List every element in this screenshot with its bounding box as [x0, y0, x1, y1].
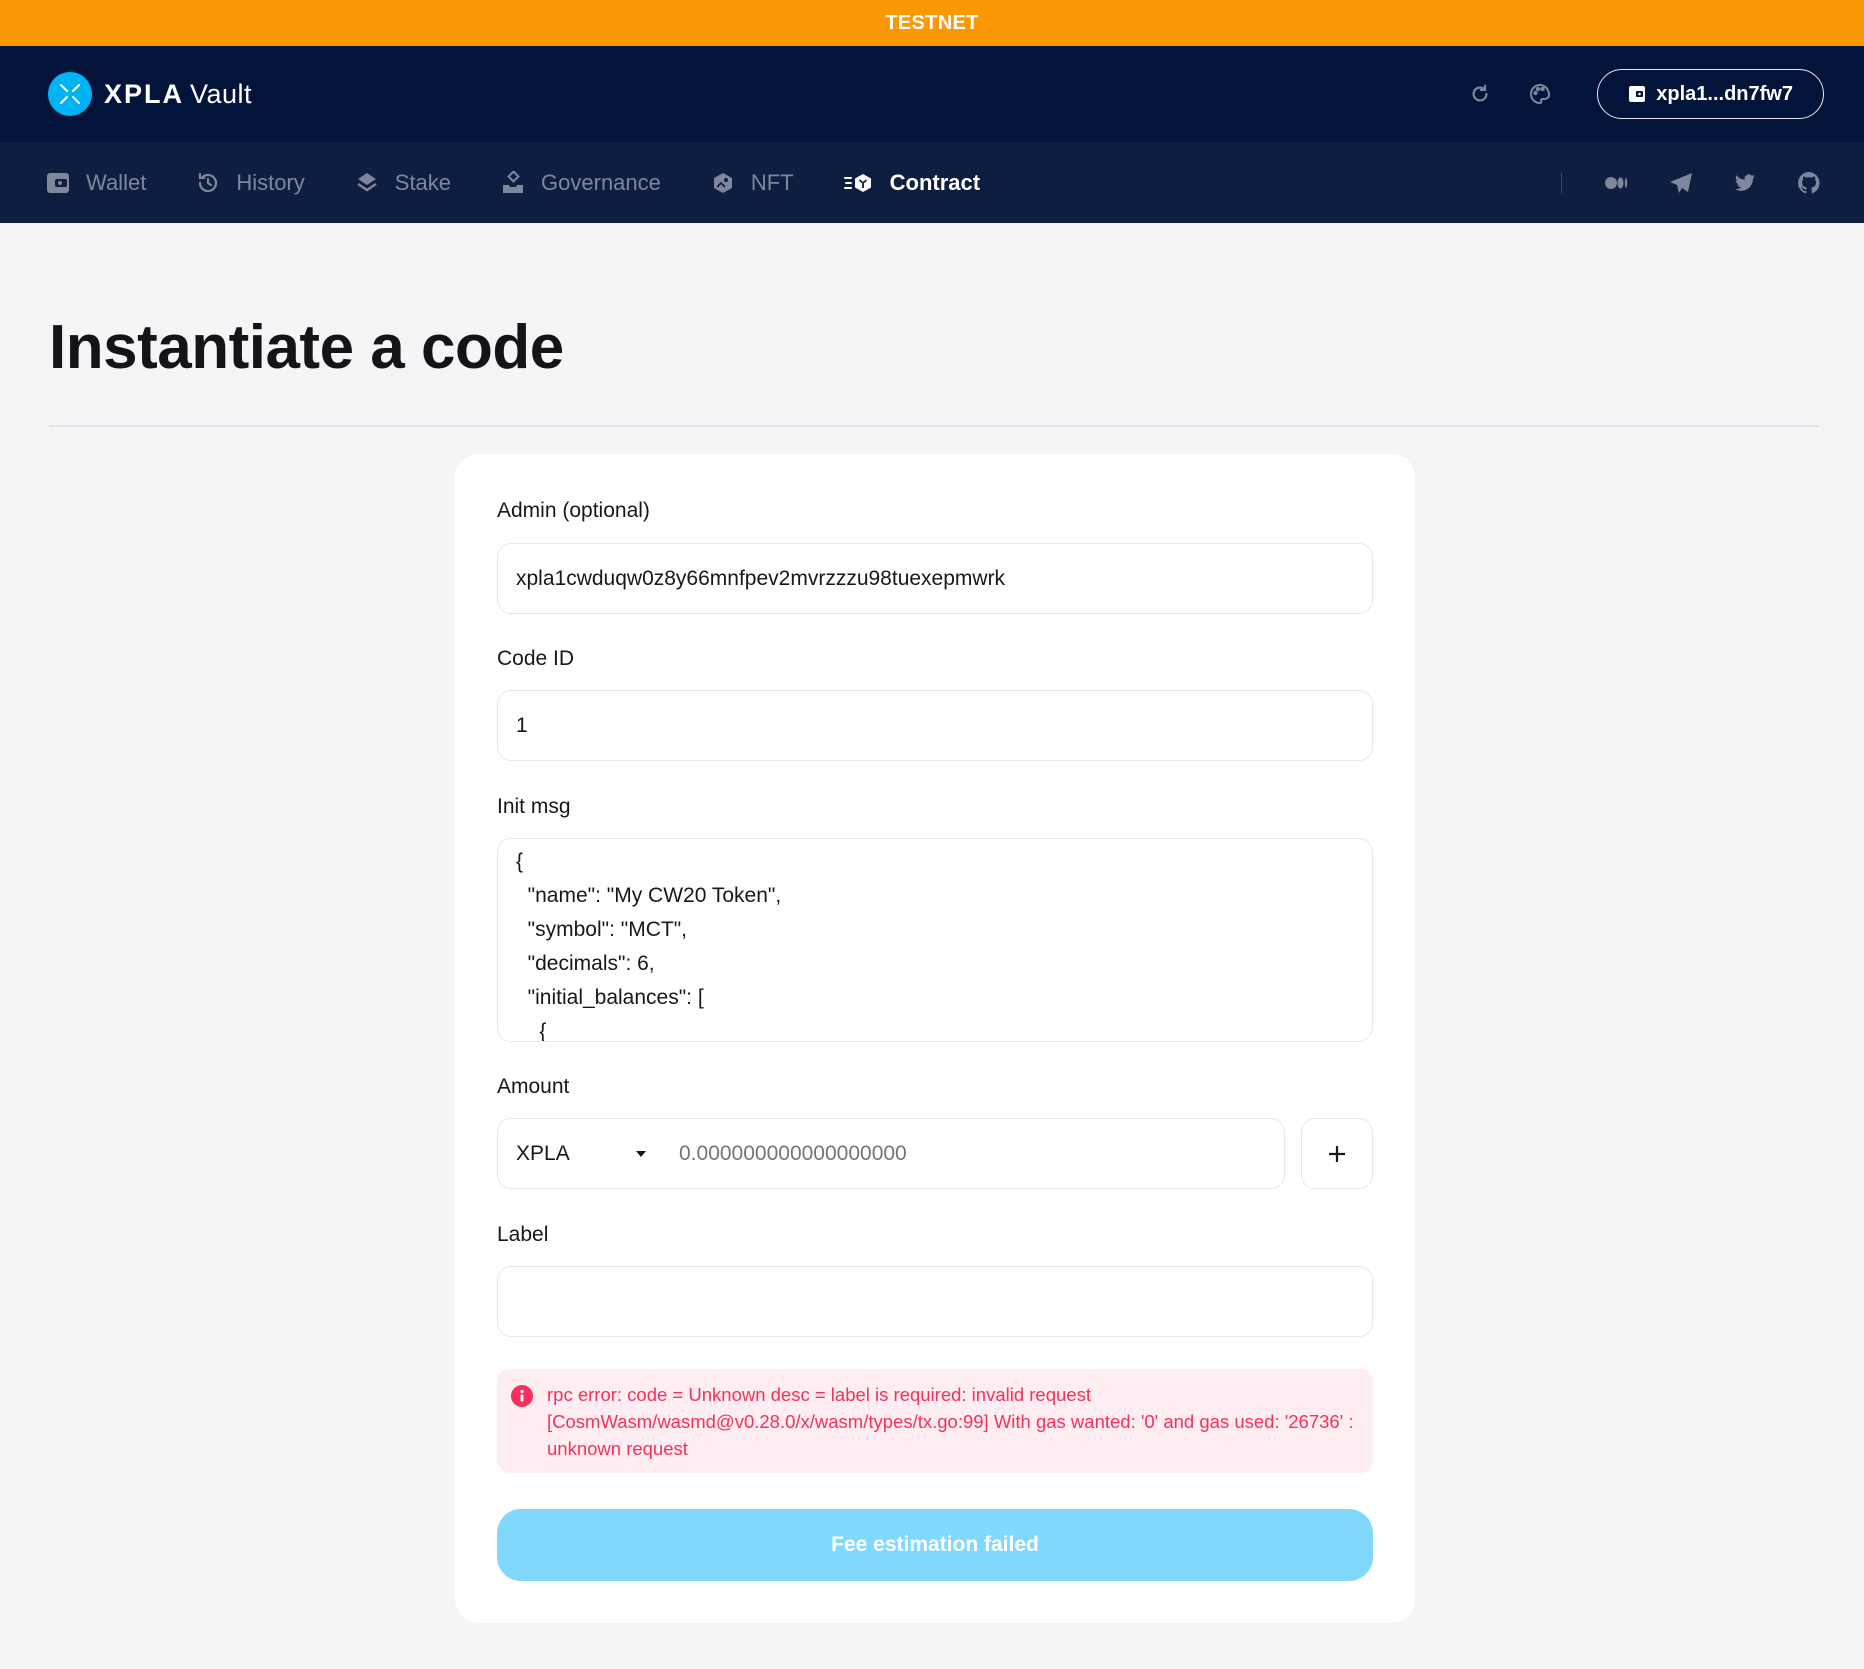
nft-icon	[713, 172, 732, 193]
add-coin-button[interactable]	[1301, 1118, 1373, 1189]
nav-item-contract[interactable]: Contract	[843, 169, 981, 196]
nav-label: Governance	[541, 169, 661, 195]
title-divider	[49, 425, 1819, 427]
denom-select[interactable]: XPLA	[516, 1142, 659, 1166]
governance-ballot-icon	[503, 170, 524, 193]
testnet-label: TESTNET	[885, 11, 979, 34]
connected-wallet-button[interactable]: xpla1...dn7fw7	[1597, 69, 1824, 119]
error-text: rpc error: code = Unknown desc = label i…	[547, 1384, 1354, 1459]
medium-icon[interactable]	[1602, 168, 1632, 198]
admin-input[interactable]: xpla1cwduqw0z8y66mnfpev2mvrzzzu98tuexepm…	[497, 543, 1373, 614]
contract-icon	[843, 173, 871, 192]
nav-label: Wallet	[86, 169, 147, 195]
stake-layers-icon	[357, 172, 377, 191]
refresh-icon[interactable]	[1465, 79, 1495, 109]
github-icon[interactable]	[1794, 168, 1824, 198]
nav-item-nft[interactable]: NFT	[711, 170, 794, 196]
nav-label: Contract	[889, 169, 981, 195]
wallet-icon	[47, 172, 69, 193]
main-nav: Wallet History Stake Governance NFT Cont…	[0, 142, 1864, 223]
page-title: Instantiate a code	[49, 313, 564, 382]
telegram-icon[interactable]	[1666, 168, 1696, 198]
code-id-label: Code ID	[497, 647, 575, 670]
code-id-value: 1	[516, 713, 528, 737]
brand-name: XPLA	[104, 78, 185, 109]
top-header: XPLA Vault xpla1...dn7fw7	[0, 46, 1864, 142]
admin-label: Admin (optional)	[497, 499, 650, 522]
denom-value: XPLA	[516, 1141, 570, 1165]
nav-item-history[interactable]: History	[196, 169, 305, 196]
error-message-box: rpc error: code = Unknown desc = label i…	[497, 1369, 1373, 1473]
wallet-address: xpla1...dn7fw7	[1656, 82, 1793, 105]
caret-down-icon	[636, 1150, 646, 1157]
plus-icon	[1329, 1145, 1345, 1162]
admin-value: xpla1cwduqw0z8y66mnfpev2mvrzzzu98tuexepm…	[516, 566, 1006, 590]
label-input[interactable]	[497, 1266, 1373, 1337]
init-msg-label: Init msg	[497, 795, 571, 818]
amount-label: Amount	[497, 1075, 570, 1098]
init-msg-textarea[interactable]: { "name": "My CW20 Token", "symbol": "MC…	[497, 838, 1373, 1042]
nav-divider	[1561, 172, 1562, 193]
product-name: Vault	[190, 78, 253, 109]
testnet-banner: TESTNET	[0, 0, 1864, 46]
label-field-label: Label	[497, 1223, 549, 1246]
nav-label: History	[236, 169, 305, 195]
instantiate-form-card: Admin (optional) xpla1cwduqw0z8y66mnfpev…	[455, 454, 1415, 1623]
history-icon	[199, 172, 218, 192]
amount-field: XPLA	[497, 1118, 1285, 1189]
palette-icon[interactable]	[1525, 79, 1555, 109]
nav-item-wallet[interactable]: Wallet	[46, 170, 146, 196]
logo[interactable]: XPLA Vault	[48, 72, 252, 116]
twitter-icon[interactable]	[1730, 168, 1760, 198]
wallet-icon	[1629, 86, 1646, 102]
alert-info-icon	[511, 1385, 533, 1407]
code-id-input[interactable]: 1	[497, 690, 1373, 761]
nav-label: NFT	[750, 169, 794, 195]
nav-item-governance[interactable]: Governance	[501, 170, 661, 196]
submit-button[interactable]: Fee estimation failed	[497, 1509, 1373, 1581]
amount-input[interactable]	[679, 1141, 1266, 1166]
nav-label: Stake	[394, 169, 452, 195]
nav-item-stake[interactable]: Stake	[355, 170, 451, 196]
xpla-logo-icon	[48, 72, 92, 116]
